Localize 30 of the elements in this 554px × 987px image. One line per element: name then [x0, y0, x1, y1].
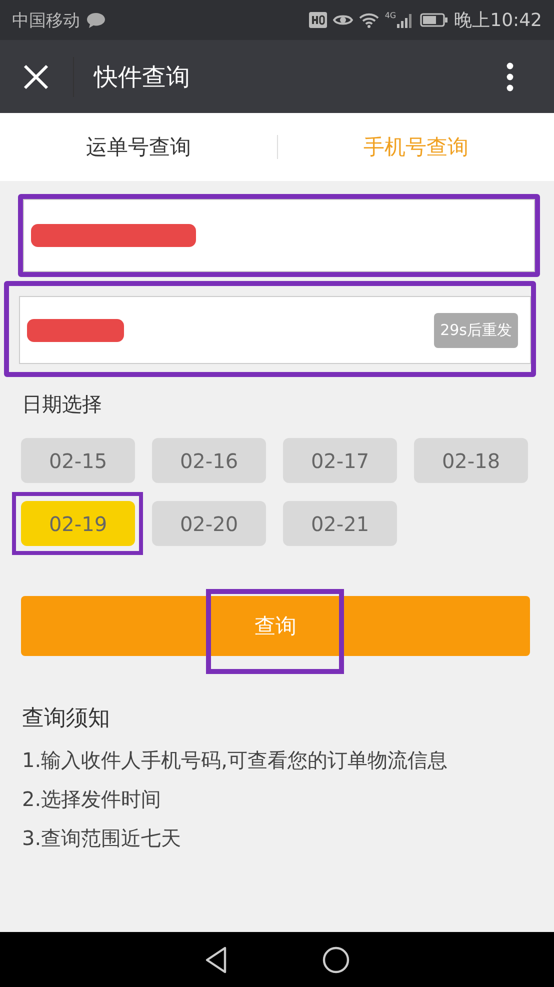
notice-item: 1.输入收件人手机号码,可查看您的订单物流信息	[22, 749, 448, 772]
tab[interactable]: 手机号查询	[278, 125, 554, 169]
back-icon	[204, 946, 228, 974]
menu-icon	[506, 62, 514, 92]
close-icon	[23, 64, 49, 90]
page-title: 快件查询	[94, 62, 191, 92]
hd-icon	[308, 12, 327, 28]
date-chip[interactable]: 02-20	[152, 501, 266, 546]
date-chip[interactable]: 02-16	[152, 438, 266, 483]
notice-item: 3.查询范围近七天	[22, 827, 182, 850]
date-chip[interactable]: 02-21	[283, 501, 397, 546]
resend-button[interactable]: 29s后重发	[434, 312, 518, 348]
notice-title: 查询须知	[22, 705, 111, 733]
home-icon	[322, 946, 350, 974]
tab[interactable]: 运单号查询	[0, 125, 276, 169]
signal-icon	[396, 12, 414, 28]
section-label: 日期选择	[22, 391, 103, 418]
date-chip[interactable]: 02-15	[21, 438, 135, 483]
date-chip[interactable]: 02-17	[283, 438, 397, 483]
query-button[interactable]: 查询	[21, 596, 530, 656]
date-chip[interactable]: 02-18	[414, 438, 528, 483]
notice-item: 2.选择发件时间	[22, 788, 162, 811]
chat-bubble-icon	[86, 11, 106, 29]
carrier-name: 中国移动	[12, 10, 80, 32]
network-label: 4G	[384, 12, 396, 20]
battery-icon	[420, 12, 448, 28]
wifi-icon	[358, 12, 379, 28]
date-chip[interactable]: 02-19	[21, 501, 135, 546]
clock-time: 晚上10:42	[454, 9, 542, 32]
input-field[interactable]: 29s后重发	[19, 296, 531, 364]
